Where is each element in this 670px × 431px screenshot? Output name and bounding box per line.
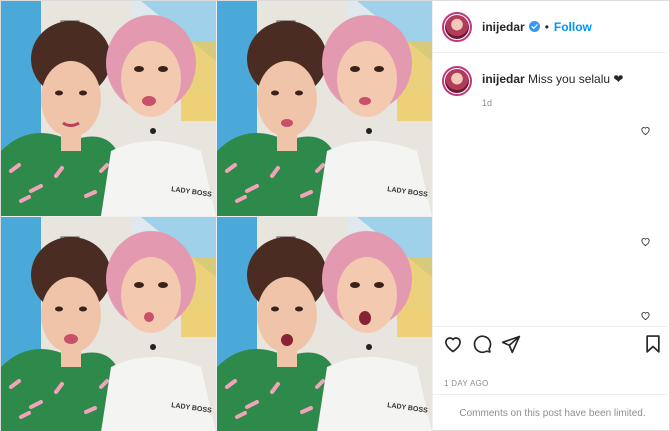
photo-cell-4: LADY BOSS: [217, 217, 432, 431]
username-link[interactable]: inijedar: [482, 20, 525, 34]
post-container: LADY BOSS LADY BOSS LADY BOSS LADY BOSS …: [0, 0, 670, 431]
post-header: inijedar • Follow: [433, 1, 670, 53]
caption-username[interactable]: inijedar: [482, 72, 525, 86]
separator-dot: •: [544, 19, 549, 34]
avatar[interactable]: [442, 11, 472, 42]
photo-cell-1: LADY BOSS: [1, 1, 216, 216]
post-photo[interactable]: LADY BOSS LADY BOSS LADY BOSS LADY BOSS: [1, 1, 432, 431]
comment-icon[interactable]: [472, 334, 492, 354]
paper-plane-icon[interactable]: [501, 334, 521, 354]
photo-cell-2: LADY BOSS: [217, 1, 432, 216]
follow-button[interactable]: Follow: [554, 20, 592, 34]
action-bar: [433, 326, 670, 358]
post-side-panel: inijedar • Follow inijedar Miss you sela…: [432, 1, 670, 431]
comment-like-heart-icon[interactable]: [640, 310, 651, 321]
caption-time[interactable]: 1d: [482, 98, 623, 108]
heart-icon[interactable]: [443, 334, 463, 354]
avatar[interactable]: [442, 66, 472, 96]
caption-comment: inijedar Miss you selalu ❤ 1d: [442, 66, 664, 108]
comments-limited-notice: Comments on this post have been limited.: [433, 394, 670, 431]
verified-badge-icon: [528, 21, 540, 32]
caption-text: inijedar Miss you selalu ❤: [482, 72, 623, 86]
bookmark-icon[interactable]: [643, 334, 663, 354]
comment-like-heart-icon[interactable]: [640, 236, 651, 247]
comment-like-heart-icon[interactable]: [640, 125, 651, 136]
caption-message: Miss you selalu ❤: [528, 72, 624, 86]
post-date[interactable]: 1 DAY AGO: [444, 379, 489, 388]
photo-cell-3: LADY BOSS: [1, 217, 216, 431]
